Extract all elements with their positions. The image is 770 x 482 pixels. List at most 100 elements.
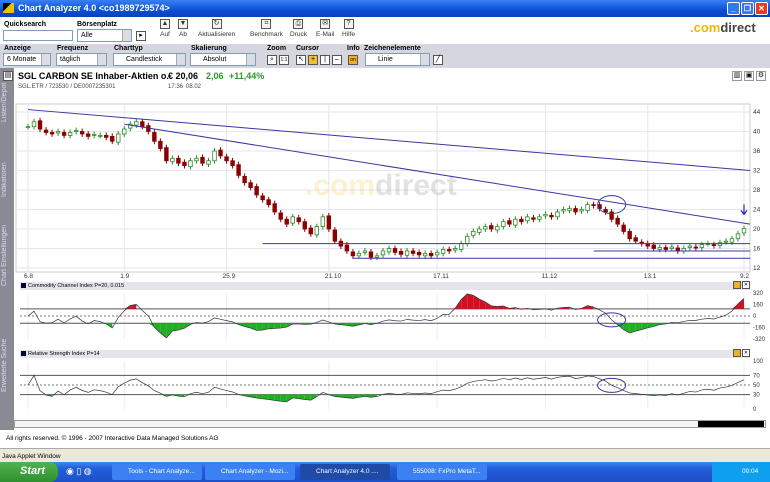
aktualisieren-button[interactable]: ↻ Aktualisieren [198, 19, 235, 38]
charttyp-select[interactable]: Candlestick [113, 53, 186, 66]
taskbar-item[interactable]: 555008: FxPro MetaT... [397, 464, 487, 480]
refresh-icon: ↻ [211, 19, 222, 29]
zoom-reset-button[interactable]: 1:1 [279, 55, 289, 65]
info-toggle[interactable]: on [348, 55, 358, 65]
hilfe-button[interactable]: ? Hilfe [342, 19, 355, 38]
candle [188, 160, 193, 167]
anzeige-select[interactable]: 6 Monate [3, 53, 51, 66]
stock-name: SGL CARBON SE Inhaber-Aktien o. [18, 71, 169, 81]
x-tick-label: 1.9 [120, 273, 129, 280]
settings-icon[interactable]: ⚙ [756, 71, 766, 81]
pointer-cursor-icon[interactable]: ↖ [296, 55, 306, 65]
candle [368, 251, 374, 258]
quicksearch-label: Quicksearch [4, 21, 47, 28]
candle [621, 224, 626, 232]
candle [567, 208, 572, 211]
indicator-title: Commodity Channel Index P=20, 0.015 [28, 283, 125, 289]
restore-button[interactable]: ❐ [741, 2, 754, 15]
indicator-title: Relative Strength Index P=14 [28, 351, 100, 357]
line-draw-icon[interactable]: ╱ [433, 55, 443, 65]
candle [98, 135, 103, 137]
indicator-settings-button[interactable] [733, 281, 741, 289]
quick-launch-icons[interactable]: ◉ ▯ ◍ [66, 466, 92, 477]
candle [483, 226, 488, 230]
candle [350, 251, 356, 257]
candle [152, 132, 157, 142]
zeichen-label: Zeichenelemente [364, 45, 421, 52]
candle [723, 240, 729, 243]
candle [182, 161, 187, 167]
y-tick-label: 36 [753, 148, 761, 155]
frequenz-select[interactable]: täglich [56, 53, 107, 66]
start-button[interactable]: Start [0, 462, 58, 482]
applet-status: Java Applet Window [0, 448, 770, 462]
benchmark-button[interactable]: ⌗ Benchmark [250, 19, 283, 38]
crosshair-cursor-icon[interactable]: + [308, 55, 318, 65]
horizontal-scrollbar[interactable] [14, 420, 766, 428]
indicator-tick: 0 [753, 407, 757, 413]
ab-button[interactable]: ▼ Ab [178, 19, 188, 38]
scrollbar-thumb[interactable] [698, 421, 764, 427]
candle [501, 221, 506, 227]
candle [615, 217, 620, 225]
indicator-tick: 320 [753, 291, 764, 297]
candle [537, 216, 542, 220]
boersenplatz-select[interactable]: Alle [77, 29, 132, 42]
frequenz-label: Frequenz [57, 45, 89, 52]
x-tick-label: 6.8 [24, 273, 33, 280]
horizontal-cursor-icon[interactable]: – [332, 55, 342, 65]
zeichen-select[interactable]: Linie [365, 53, 430, 66]
boersenplatz-label: Börsenplatz [77, 21, 118, 28]
close-button[interactable]: ✕ [755, 2, 768, 15]
candle [37, 120, 43, 130]
auf-button[interactable]: ▲ Auf [160, 19, 170, 38]
candle [55, 131, 61, 134]
candle [254, 186, 259, 196]
y-tick-label: 44 [753, 109, 761, 116]
indicator-tick: 30 [753, 393, 760, 399]
bar-chart-icon[interactable]: ▥ [732, 71, 742, 81]
stock-change-pct: +11,44% [229, 71, 265, 81]
druck-button[interactable]: ⎙ Druck [290, 19, 307, 38]
go-button[interactable]: ▸ [136, 31, 146, 41]
layout-icon[interactable]: ▣ [744, 71, 754, 81]
oversold-fill [280, 394, 287, 402]
taskbar-item[interactable]: Chart Analyzer 4.0 .... [300, 464, 390, 480]
info-label: Info [347, 45, 360, 52]
candle [308, 227, 313, 235]
y-tick-label: 24 [753, 207, 761, 214]
overbought-fill [461, 293, 468, 309]
candle [158, 140, 163, 149]
candle [194, 157, 199, 162]
zoom-icon[interactable]: ⌕ [267, 55, 277, 65]
candle [459, 243, 464, 250]
stock-ids: SGL.ETR / 723530 / DE0007235301 [18, 84, 116, 90]
indicator-close-button[interactable]: ✕ [742, 349, 750, 357]
candle [452, 248, 458, 251]
candle [428, 252, 434, 257]
e-mail-button[interactable]: ✉ E-Mail [316, 19, 334, 38]
indicator-settings-button[interactable] [733, 349, 741, 357]
minimize-button[interactable]: _ [727, 2, 740, 15]
candle [326, 215, 332, 230]
candle [477, 228, 482, 233]
oversold-fill [274, 323, 281, 329]
candle [344, 244, 350, 252]
candle [278, 212, 283, 220]
candle [224, 156, 229, 162]
chart-area[interactable]: 44 40 36 32 28 24 20 16 12 6.8 1.9 25.9 21.10 17.11 11… [0, 95, 770, 425]
taskbar-item[interactable]: Chart Analyzer - Mozi... [205, 464, 295, 480]
quicksearch-input[interactable] [3, 30, 73, 41]
settings-bar: Anzeige 6 Monate Frequenz täglich Chartt… [0, 44, 770, 68]
candle [651, 244, 656, 249]
skalierung-select[interactable]: Absolut [190, 53, 256, 66]
candle [507, 220, 512, 225]
taskbar-item[interactable]: Tools - Chart Analyze... [112, 464, 202, 480]
stock-price: € 20,06 [168, 71, 199, 81]
benchmark-icon: ⌗ [261, 19, 272, 29]
x-tick-label: 17.11 [433, 273, 449, 280]
vertical-cursor-icon[interactable]: | [320, 55, 330, 65]
indicator-close-button[interactable]: ✕ [742, 281, 750, 289]
candle [73, 130, 79, 132]
candle [122, 128, 127, 135]
